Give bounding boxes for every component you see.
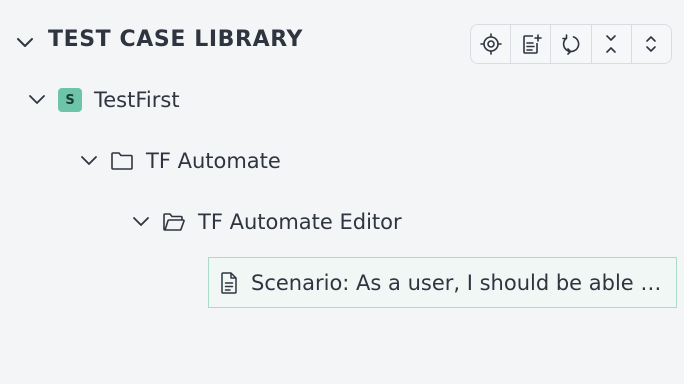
chevron-down-icon[interactable] — [16, 34, 34, 52]
collapse-all-button[interactable] — [592, 25, 632, 63]
document-icon — [221, 271, 237, 294]
refresh-icon — [562, 34, 580, 55]
chevron-down-icon[interactable] — [28, 91, 46, 109]
folder-label: TF Automate — [146, 149, 281, 173]
panel-title: TEST CASE LIBRARY — [48, 27, 304, 52]
refresh-button[interactable] — [551, 25, 592, 63]
panel-header: TEST CASE LIBRARY — [0, 0, 684, 88]
tree-node-subfolder[interactable]: TF Automate Editor — [132, 204, 402, 240]
tree-toolbar — [470, 24, 672, 64]
project-label: TestFirst — [94, 88, 180, 112]
chevron-down-icon[interactable] — [80, 152, 98, 170]
collapse-all-icon — [606, 35, 617, 53]
expand-all-icon — [646, 36, 657, 52]
folder-open-icon — [163, 213, 185, 231]
crosshair-icon — [479, 33, 502, 55]
folder-icon — [111, 152, 133, 170]
document-add-icon — [522, 34, 542, 54]
project-badge: S — [58, 88, 82, 112]
expand-all-button[interactable] — [632, 25, 671, 63]
test-case-library-panel: TEST CASE LIBRARY S TestFirst TF Automat… — [0, 0, 684, 384]
tree-node-folder[interactable]: TF Automate — [80, 143, 281, 179]
scenario-label: Scenario: As a user, I should be able to… — [251, 270, 669, 295]
tree-node-project[interactable]: S TestFirst — [28, 82, 180, 118]
tree-node-scenario-selected[interactable]: Scenario: As a user, I should be able to… — [208, 257, 677, 308]
add-test-case-button[interactable] — [511, 25, 552, 63]
chevron-down-icon[interactable] — [132, 213, 150, 231]
subfolder-label: TF Automate Editor — [198, 210, 402, 234]
locate-button[interactable] — [471, 25, 512, 63]
